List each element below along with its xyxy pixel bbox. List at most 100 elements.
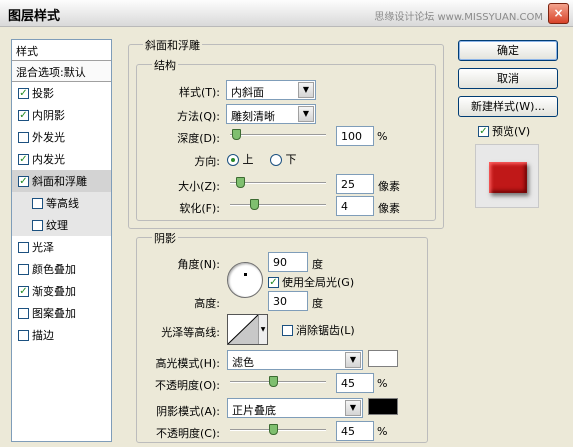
style-item-inner-shadow[interactable]: ✓ 内阴影 — [12, 104, 111, 126]
style-list-header[interactable]: 样式 — [12, 40, 111, 61]
gloss-contour-label: 光泽等高线: — [161, 326, 220, 339]
preview-box — [475, 144, 539, 208]
global-light-checkbox[interactable]: ✓ — [268, 276, 279, 288]
style-item-pattern-overlay[interactable]: 图案叠加 — [12, 302, 111, 324]
soften-slider[interactable] — [230, 199, 326, 210]
style-item-gradient-overlay[interactable]: ✓ 渐变叠加 — [12, 280, 111, 302]
soften-input[interactable]: 4 — [336, 196, 374, 216]
style-checkbox[interactable] — [18, 131, 29, 143]
soften-label: 软化(F): — [179, 202, 220, 215]
style-checkbox[interactable] — [32, 219, 43, 231]
gloss-contour-picker[interactable]: ▼ — [227, 314, 268, 345]
shadow-opacity-thumb[interactable] — [269, 424, 279, 435]
window-title: 图层样式 — [8, 9, 61, 24]
style-item-satin[interactable]: 光泽 — [12, 236, 111, 258]
blending-options-item[interactable]: 混合选项:默认 — [12, 61, 111, 82]
style-item-label: 斜面和浮雕 — [32, 175, 87, 188]
shadow-mode-label: 阴影模式(A): — [156, 405, 220, 418]
depth-input[interactable]: 100 — [336, 126, 374, 146]
antialias-label: 消除锯齿(L) — [296, 324, 355, 337]
angle-unit: 度 — [312, 258, 323, 271]
style-checkbox[interactable]: ✓ — [18, 153, 29, 165]
angle-label: 角度(N): — [177, 258, 220, 271]
style-checkbox[interactable] — [18, 307, 29, 319]
style-list: 样式 混合选项:默认 ✓ 投影 ✓ 内阴影 外发光 ✓ 内发光 ✓ 斜面和浮雕 等高线 … — [11, 39, 112, 442]
style-label: 样式(T): — [178, 86, 220, 99]
style-item-label: 内发光 — [32, 153, 65, 166]
technique-select[interactable]: 雕刻清晰 ▼ — [226, 104, 316, 124]
style-item-label: 渐变叠加 — [32, 285, 76, 298]
style-item-inner-glow[interactable]: ✓ 内发光 — [12, 148, 111, 170]
direction-up-radio[interactable] — [227, 154, 239, 166]
style-item-drop-shadow[interactable]: ✓ 投影 — [12, 82, 111, 104]
altitude-unit: 度 — [312, 297, 323, 310]
style-checkbox[interactable]: ✓ — [18, 175, 29, 187]
shadow-mode-select[interactable]: 正片叠底 ▼ — [227, 398, 363, 418]
size-input[interactable]: 25 — [336, 174, 374, 194]
shadow-opacity-input[interactable]: 45 — [336, 421, 374, 441]
chevron-down-icon: ▼ — [345, 352, 361, 368]
style-item-color-overlay[interactable]: 颜色叠加 — [12, 258, 111, 280]
preview-checkbox[interactable]: ✓ — [478, 125, 489, 137]
style-item-bevel-emboss[interactable]: ✓ 斜面和浮雕 — [12, 170, 111, 192]
direction-down-option[interactable]: 下 — [270, 151, 297, 167]
close-button[interactable]: × — [548, 3, 569, 24]
direction-up-option[interactable]: 上 — [227, 151, 254, 167]
soften-slider-thumb[interactable] — [250, 199, 259, 210]
highlight-opacity-input[interactable]: 45 — [336, 373, 374, 393]
angle-input[interactable]: 90 — [268, 252, 308, 272]
depth-slider-thumb[interactable] — [231, 129, 241, 140]
shadow-opacity-slider[interactable] — [230, 424, 326, 435]
highlight-opacity-label: 不透明度(O): — [155, 379, 220, 392]
style-item-label: 描边 — [32, 329, 54, 342]
style-item-stroke[interactable]: 描边 — [12, 324, 111, 346]
shadow-opacity-unit: % — [377, 425, 388, 438]
global-light-option[interactable]: ✓ 使用全局光(G) — [268, 274, 354, 290]
watermark: 思缘设计论坛 www.MISSYUAN.COM — [374, 12, 543, 23]
depth-slider[interactable] — [230, 129, 326, 140]
style-item-outer-glow[interactable]: 外发光 — [12, 126, 111, 148]
size-slider[interactable] — [230, 177, 326, 188]
style-checkbox[interactable]: ✓ — [18, 87, 29, 99]
chevron-down-icon: ▼ — [345, 400, 361, 416]
new-style-button[interactable]: 新建样式(W)... — [458, 96, 558, 117]
highlight-mode-select[interactable]: 滤色 ▼ — [227, 350, 363, 370]
style-item-label: 等高线 — [46, 197, 79, 210]
angle-dial[interactable] — [227, 262, 263, 298]
style-item-texture[interactable]: 纹理 — [12, 214, 111, 236]
global-light-label: 使用全局光(G) — [282, 276, 355, 289]
antialias-checkbox[interactable] — [282, 324, 293, 336]
preview-option[interactable]: ✓ 预览(V) — [478, 123, 530, 139]
highlight-opacity-thumb[interactable] — [269, 376, 279, 387]
style-checkbox[interactable] — [18, 263, 29, 275]
chevron-down-icon: ▼ — [298, 82, 314, 98]
style-item-label: 光泽 — [32, 241, 54, 254]
shadow-color-swatch[interactable] — [368, 398, 398, 415]
highlight-opacity-slider[interactable] — [230, 376, 326, 387]
bevel-style-select[interactable]: 内斜面 ▼ — [226, 80, 316, 100]
style-checkbox[interactable] — [32, 197, 43, 209]
style-item-contour[interactable]: 等高线 — [12, 192, 111, 214]
size-slider-thumb[interactable] — [235, 177, 245, 188]
structure-title: 结构 — [152, 57, 178, 73]
chevron-down-icon[interactable]: ▼ — [258, 315, 267, 344]
style-checkbox[interactable] — [18, 329, 29, 341]
style-checkbox[interactable]: ✓ — [18, 109, 29, 121]
style-checkbox[interactable] — [18, 241, 29, 253]
title-bar: 图层样式 思缘设计论坛 www.MISSYUAN.COM × — [0, 0, 573, 27]
style-checkbox[interactable]: ✓ — [18, 285, 29, 297]
style-item-label: 投影 — [32, 87, 54, 100]
style-item-label: 颜色叠加 — [32, 263, 76, 276]
cancel-button[interactable]: 取消 — [458, 68, 558, 89]
depth-unit: % — [377, 130, 388, 143]
ok-button[interactable]: 确定 — [458, 40, 558, 61]
antialias-option[interactable]: 消除锯齿(L) — [282, 322, 355, 338]
direction-label: 方向: — [194, 155, 220, 168]
highlight-mode-value: 滤色 — [232, 356, 254, 369]
preview-swatch — [489, 162, 527, 193]
altitude-input[interactable]: 30 — [268, 291, 308, 311]
highlight-color-swatch[interactable] — [368, 350, 398, 367]
technique-label: 方法(Q): — [177, 110, 220, 123]
direction-down-radio[interactable] — [270, 154, 282, 166]
style-item-label: 外发光 — [32, 131, 65, 144]
